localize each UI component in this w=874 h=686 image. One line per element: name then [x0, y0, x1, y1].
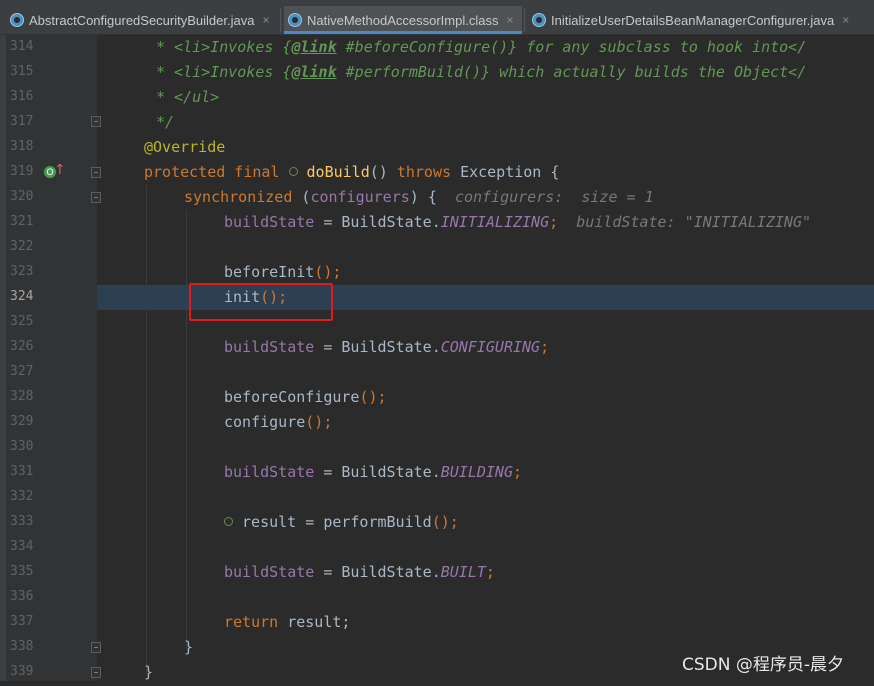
code-line: 327 [0, 361, 874, 386]
line-number: 315 [10, 64, 34, 79]
code-line-current: 324 init(); [10, 288, 288, 306]
code-line: 329 configure(); [10, 413, 333, 431]
line-number: 331 [10, 464, 34, 479]
watermark: CSDN @程序员-晨夕 [682, 655, 845, 675]
code-line: 337 return result; [10, 613, 351, 631]
inline-debug-hint: configurers: size = 1 [454, 188, 654, 206]
code-line: 326 buildState = BuildState.CONFIGURING; [10, 338, 550, 356]
fold-marker-icon[interactable] [91, 116, 101, 127]
line-number: 314 [10, 39, 34, 54]
code-line: 320 synchronized (configurers) { configu… [10, 188, 654, 206]
line-number: 337 [10, 614, 34, 629]
tab-divider [280, 8, 281, 32]
fold-marker-icon[interactable] [91, 667, 101, 678]
line-number: 327 [10, 364, 34, 379]
line-number: 338 [10, 639, 34, 654]
tab-label: AbstractConfiguredSecurityBuilder.java [29, 12, 255, 28]
code-line: 314 * <li>Invokes {@link #beforeConfigur… [10, 38, 807, 56]
code-line: 323 beforeInit(); [10, 263, 342, 281]
tab-native-method-accessor-impl[interactable]: NativeMethodAccessorImpl.class × [284, 6, 522, 34]
line-number: 328 [10, 389, 34, 404]
fold-marker-icon[interactable] [91, 192, 101, 203]
line-number: 324 [10, 289, 34, 304]
code-line: 322 [0, 236, 874, 261]
tab-label: InitializeUserDetailsBeanManagerConfigur… [551, 12, 835, 28]
line-number: 325 [10, 314, 34, 329]
code-line: 336 [0, 586, 874, 611]
code-line: 325 [0, 311, 874, 336]
code-line: 333 result = performBuild(); [10, 513, 459, 531]
line-number: 316 [10, 89, 34, 104]
up-arrow-icon[interactable]: ↑ [54, 162, 66, 178]
line-number: 326 [10, 339, 34, 354]
line-number: 333 [10, 514, 34, 529]
close-icon[interactable]: × [842, 13, 849, 27]
code-line: 330 [0, 436, 874, 461]
line-number: 339 [10, 664, 34, 679]
fold-marker-icon[interactable] [91, 167, 101, 178]
code-line: 332 [0, 486, 874, 511]
line-number: 318 [10, 139, 34, 154]
line-number: 329 [10, 414, 34, 429]
close-icon[interactable]: × [506, 13, 513, 27]
java-class-icon [10, 13, 24, 27]
line-number: 317 [10, 114, 34, 129]
line-number: 320 [10, 189, 34, 204]
line-number: 332 [10, 489, 34, 504]
code-line: 335 buildState = BuildState.BUILT; [10, 563, 495, 581]
tab-divider [524, 8, 525, 32]
inline-debug-hint: buildState: "INITIALIZING" [576, 213, 812, 231]
code-line: 315 * <li>Invokes {@link #performBuild()… [10, 63, 807, 81]
highlight-box [189, 283, 333, 321]
line-number: 336 [10, 589, 34, 604]
line-number: 323 [10, 264, 34, 279]
line-number: 335 [10, 564, 34, 579]
code-line: 318 @Override [10, 138, 226, 156]
tab-initialize-user-details-bean-manager-configurer[interactable]: InitializeUserDetailsBeanManagerConfigur… [528, 6, 858, 34]
code-line: 334 [0, 536, 874, 561]
tab-label: NativeMethodAccessorImpl.class [307, 12, 499, 28]
line-number: 330 [10, 439, 34, 454]
code-line: 328 beforeConfigure(); [10, 388, 387, 406]
code-line: 331 buildState = BuildState.BUILDING; [10, 463, 523, 481]
editor-tab-bar: AbstractConfiguredSecurityBuilder.java ×… [0, 0, 874, 35]
line-number: 322 [10, 239, 34, 254]
line-number: 334 [10, 539, 34, 554]
line-number: 321 [10, 214, 34, 229]
java-class-icon [288, 13, 302, 27]
variable-info-icon [224, 517, 233, 526]
java-class-icon [532, 13, 546, 27]
code-line: 317 */ [10, 113, 175, 131]
fold-marker-icon[interactable] [91, 642, 101, 653]
close-icon[interactable]: × [262, 13, 269, 27]
code-line: 321 buildState = BuildState.INITIALIZING… [10, 213, 812, 231]
method-info-icon [288, 167, 298, 176]
tab-abstract-configured-security-builder[interactable]: AbstractConfiguredSecurityBuilder.java × [6, 6, 278, 34]
code-line: 316 * </ul> [10, 88, 220, 106]
code-line: 319 protected final doBuild() throws Exc… [10, 163, 560, 181]
